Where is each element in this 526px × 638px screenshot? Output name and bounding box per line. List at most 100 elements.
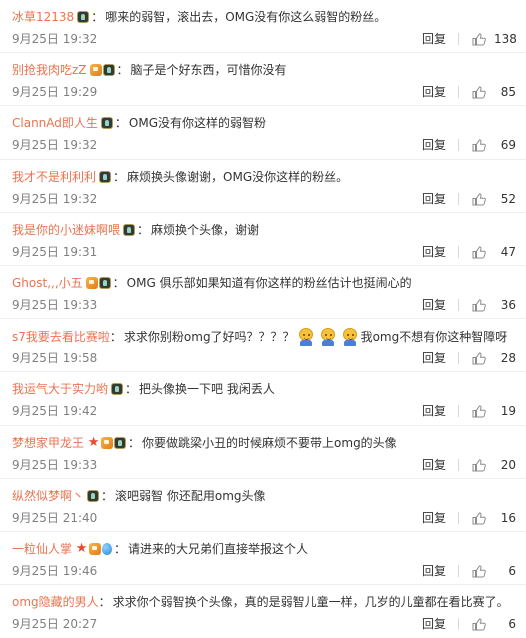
colon-separator: ： (109, 330, 122, 345)
comment-text: 脑子是个好东西，可惜你没有 (130, 63, 287, 78)
comment-item: 纵然似梦啊丶 ：滚吧弱智 你还配用omg头像 9月25日 21:40 回复 16 (0, 479, 526, 532)
timestamp: 9月25日 21:40 (12, 510, 98, 525)
thumbs-up-icon (472, 511, 486, 525)
comment-actions: 回复 28 (422, 350, 516, 366)
user-badges (100, 117, 114, 130)
timestamp: 9月25日 19:32 (12, 138, 98, 153)
reply-button[interactable]: 回复 (422, 510, 458, 526)
thumbs-up-icon (472, 245, 486, 259)
like-button[interactable]: 6 (459, 616, 516, 632)
username-link[interactable]: 冰草12138 (12, 9, 74, 25)
like-button[interactable]: 36 (459, 297, 516, 313)
colon-separator: ： (112, 275, 125, 290)
comment-meta: 9月25日 19:42 回复 19 (12, 403, 516, 419)
comment-body: 我才不是利利利 ：麻烦换头像谢谢，OMG没你这样的粉丝。 (12, 169, 516, 185)
colon-separator: ： (137, 222, 150, 237)
comment-body: s7我要去看比赛啦：求求你别粉omg了好吗？？？？ 我omg不想有你这种智障呀 (12, 328, 516, 347)
game-badge-icon (98, 276, 111, 289)
game-badge-icon (99, 170, 112, 183)
timestamp: 9月25日 19:58 (12, 351, 98, 366)
comment-text: 麻烦换个头像，谢谢 (151, 222, 260, 237)
comment-meta: 9月25日 19:33 回复 20 (12, 457, 516, 473)
like-button[interactable]: 47 (459, 244, 516, 260)
colon-separator: ： (91, 10, 104, 24)
comment-actions: 回复 52 (422, 191, 516, 207)
like-button[interactable]: 19 (459, 403, 516, 419)
like-count: 85 (500, 85, 516, 100)
username-link[interactable]: 我运气大于实力哟 (12, 381, 108, 397)
thumbs-up-icon (472, 192, 486, 206)
username-link[interactable]: 别抢我肉吃zZ (12, 62, 87, 78)
timestamp: 9月25日 19:32 (12, 32, 98, 46)
member-badge-icon (85, 276, 98, 289)
game-badge-icon (114, 436, 127, 449)
user-badges (111, 383, 124, 396)
comment-actions: 回复 6 (422, 563, 516, 579)
star-icon: ★ (75, 540, 88, 556)
comment-actions: 回复 6 (422, 616, 516, 632)
comment-actions: 回复 69 (422, 137, 516, 153)
reply-button[interactable]: 回复 (422, 244, 458, 260)
username-link[interactable]: s7我要去看比赛啦 (12, 329, 110, 345)
username-link[interactable]: 我是你的小迷妹啊喂 (12, 222, 120, 238)
like-button[interactable]: 20 (459, 457, 516, 473)
timestamp: 9月25日 19:29 (12, 85, 98, 100)
username-link[interactable]: ClannAd即人生 (12, 115, 98, 131)
comment-body: 我是你的小迷妹啊喂 ：麻烦换个头像，谢谢 (12, 222, 516, 238)
user-badges (89, 64, 116, 77)
reply-button[interactable]: 回复 (422, 350, 458, 366)
colon-separator: ： (125, 382, 138, 397)
reply-button[interactable]: 回复 (422, 457, 458, 473)
comment-actions: 回复 47 (422, 244, 516, 260)
comment-meta: 9月25日 19:32 回复 52 (12, 191, 516, 207)
comment-item: 别抢我肉吃zZ ：脑子是个好东西，可惜你没有 9月25日 19:29 回复 85 (0, 53, 526, 107)
balloon-icon (102, 542, 113, 555)
comment-actions: 回复 20 (422, 457, 516, 473)
comment-item: 冰草12138 ：哪来的弱智，滚出去，OMG没有你这么弱智的粉丝。 9月25日 19… (0, 0, 526, 54)
like-count: 28 (500, 351, 516, 366)
comment-body: 一粒仙人掌 ★ ：请进来的大兄弟们直接举报这个人 (12, 541, 516, 557)
like-button[interactable]: 138 (459, 31, 517, 47)
user-badges (123, 223, 136, 236)
crying-face-icon (319, 328, 337, 347)
thumbs-up-icon (472, 458, 486, 472)
comment-meta: 9月25日 19:31 回复 47 (12, 244, 516, 260)
like-button[interactable]: 85 (459, 84, 516, 100)
username-link[interactable]: 纵然似梦啊丶 (12, 488, 84, 504)
like-button[interactable]: 16 (459, 510, 516, 526)
reply-button[interactable]: 回复 (422, 616, 458, 632)
like-count: 6 (508, 563, 516, 578)
username-link[interactable]: 我才不是利利利 (12, 169, 96, 185)
username-link[interactable]: omg隐藏的男人 (12, 594, 99, 610)
like-count: 6 (508, 617, 516, 632)
user-badges (77, 11, 90, 23)
reply-button[interactable]: 回复 (422, 191, 458, 207)
reply-button[interactable]: 回复 (422, 563, 458, 579)
comment-item: 我运气大于实力哟 ：把头像换一下吧 我闲丢人 9月25日 19:42 回复 19 (0, 372, 526, 426)
like-button[interactable]: 28 (459, 350, 516, 366)
member-badge-icon (89, 542, 102, 555)
reply-button[interactable]: 回复 (422, 403, 458, 419)
like-button[interactable]: 69 (459, 137, 516, 153)
like-count: 52 (500, 191, 516, 206)
member-badge-icon (89, 64, 102, 77)
reply-button[interactable]: 回复 (422, 31, 458, 47)
reply-button[interactable]: 回复 (422, 297, 458, 313)
reply-button[interactable]: 回复 (422, 84, 458, 100)
crying-face-icon (341, 328, 359, 347)
comment-item: 梦想家甲龙王 ★ ：你要做跳梁小丑的时候麻烦不要带上omg的头像 9月25日 19:3… (0, 426, 526, 479)
timestamp: 9月25日 19:42 (12, 404, 98, 419)
username-link[interactable]: 梦想家甲龙王 (12, 435, 84, 451)
like-button[interactable]: 6 (459, 563, 516, 579)
thumbs-up-icon (472, 564, 486, 578)
like-count: 36 (500, 297, 516, 312)
username-link[interactable]: 一粒仙人掌 (12, 541, 72, 557)
comment-body: 梦想家甲龙王 ★ ：你要做跳梁小丑的时候麻烦不要带上omg的头像 (12, 435, 516, 451)
comment-meta: 9月25日 21:40 回复 16 (12, 510, 516, 526)
crying-face-icon (297, 328, 315, 347)
username-link[interactable]: Ghost,,,小五 (12, 275, 83, 291)
game-badge-icon (111, 383, 124, 396)
like-button[interactable]: 52 (459, 191, 516, 207)
reply-button[interactable]: 回复 (422, 137, 458, 153)
comment-list: 冰草12138：哪来的弱智，滚出去，OMG没有你这么弱智的粉丝。 9月25日 19… (0, 0, 526, 638)
